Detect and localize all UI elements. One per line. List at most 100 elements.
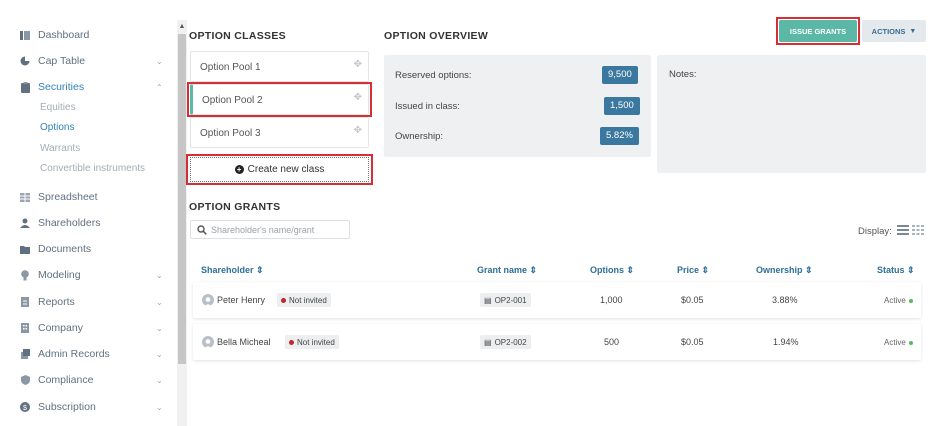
- sidebar-subitem-equities[interactable]: Equities: [40, 102, 76, 113]
- invite-status-badge: Not invited: [277, 293, 331, 307]
- sidebar-item-documents[interactable]: Documents: [0, 238, 176, 260]
- actions-label: ACTIONS: [871, 26, 906, 36]
- header-options[interactable]: Options ⇕: [590, 265, 634, 276]
- move-handle-icon[interactable]: ✥: [354, 59, 362, 70]
- sort-icon: ⇕: [256, 265, 264, 275]
- chevron-up-icon: ⌃: [156, 82, 163, 92]
- notes-panel[interactable]: Notes:: [657, 55, 926, 173]
- shareholder-name[interactable]: Bella Micheal: [217, 337, 271, 347]
- header-grant-name[interactable]: Grant name ⇕: [477, 265, 537, 276]
- building-icon: [20, 323, 30, 333]
- chevron-down-icon: ⌄: [156, 402, 163, 412]
- admin-icon: [20, 349, 30, 359]
- list-view-icon[interactable]: [897, 224, 909, 236]
- shareholder-name[interactable]: Peter Henry: [217, 295, 265, 305]
- red-dot-icon: [281, 297, 286, 303]
- sidebar-item-label: Cap Table: [38, 55, 86, 67]
- sidebar-subitem-convertible-instruments[interactable]: Convertible instruments: [40, 163, 145, 174]
- class-card-option-pool-2[interactable]: Option Pool 2 ✥: [190, 84, 369, 115]
- sidebar-item-spreadsheet[interactable]: Spreadsheet: [0, 186, 176, 208]
- sidebar-item-modeling[interactable]: Modeling ⌄: [0, 264, 176, 286]
- grid-view-icon[interactable]: [912, 224, 924, 236]
- chevron-down-icon: ⌄: [156, 323, 163, 333]
- scrollbar[interactable]: ▲ ▼: [177, 20, 187, 426]
- certificate-icon: ▤: [484, 337, 492, 347]
- class-card-option-pool-3[interactable]: Option Pool 3 ✥: [190, 117, 369, 148]
- grant-name-tag[interactable]: ▤ OP2-002: [480, 335, 531, 349]
- ownership-value: 1.94%: [773, 337, 799, 347]
- grant-search-field[interactable]: [190, 220, 350, 239]
- sidebar-item-dashboard[interactable]: Dashboard: [0, 24, 176, 46]
- sidebar-item-label: Securities: [38, 81, 85, 93]
- scroll-up-arrow-icon[interactable]: ▲: [177, 22, 187, 32]
- options-value: 1,000: [600, 295, 623, 305]
- option-overview-panel: Reserved options: 9,500 Issued in class:…: [384, 55, 651, 157]
- chevron-down-icon: ⌄: [156, 270, 163, 280]
- header-status[interactable]: Status ⇕: [877, 265, 915, 276]
- class-card-label: Option Pool 2: [202, 95, 263, 106]
- folder-icon: [20, 244, 30, 254]
- move-handle-icon[interactable]: ✥: [354, 125, 362, 136]
- sidebar-item-reports[interactable]: Reports ⌄: [0, 291, 176, 313]
- sidebar-item-cap-table[interactable]: Cap Table ⌄: [0, 50, 176, 72]
- sidebar-item-subscription[interactable]: $ Subscription ⌄: [0, 396, 176, 418]
- plus-circle-icon: +: [234, 165, 244, 174]
- price-value: $0.05: [681, 337, 704, 347]
- sidebar-item-label: Reports: [38, 296, 75, 308]
- sidebar-subitem-warrants[interactable]: Warrants: [40, 143, 80, 154]
- sidebar-item-label: Company: [38, 322, 83, 334]
- sidebar-item-label: Spreadsheet: [38, 191, 98, 203]
- chevron-down-icon: ⌄: [156, 56, 163, 66]
- sidebar-item-shareholders[interactable]: Shareholders: [0, 212, 176, 234]
- header-price[interactable]: Price ⇕: [677, 265, 709, 276]
- chevron-down-icon: ⌄: [156, 297, 163, 307]
- search-input[interactable]: [211, 224, 346, 235]
- grant-name-tag[interactable]: ▤ OP2-001: [480, 293, 531, 307]
- sort-icon: ⇕: [701, 265, 710, 275]
- sort-icon: ⇕: [529, 265, 538, 275]
- sidebar-item-label: Dashboard: [38, 29, 90, 41]
- sidebar-item-company[interactable]: Company ⌄: [0, 317, 176, 339]
- status-badge: Active: [884, 338, 913, 347]
- table-row[interactable]: Bella Micheal Not invited ▤ OP2-002 500 $…: [193, 324, 921, 360]
- grid-icon: [20, 192, 30, 202]
- sidebar-item-securities[interactable]: Securities ⌃: [0, 76, 176, 98]
- ownership-badge: 5.82%: [600, 127, 639, 145]
- sidebar-item-admin-records[interactable]: Admin Records ⌄: [0, 343, 176, 365]
- class-card-label: Option Pool 3: [200, 128, 261, 139]
- dollar-icon: $: [20, 402, 30, 412]
- class-card-option-pool-1[interactable]: Option Pool 1 ✥: [190, 51, 369, 82]
- create-new-class-button[interactable]: + Create new class: [190, 157, 369, 182]
- green-dot-icon: [908, 340, 913, 345]
- header-shareholder[interactable]: Shareholder ⇕: [201, 265, 264, 276]
- scroll-thumb[interactable]: [178, 34, 186, 364]
- actions-dropdown-button[interactable]: ACTIONS ▼: [862, 20, 926, 42]
- sort-icon: ⇕: [626, 265, 635, 275]
- sidebar-subitem-options[interactable]: Options: [40, 122, 74, 133]
- sidebar-item-label: Admin Records: [38, 348, 110, 360]
- reserved-options-badge: 9,500: [602, 66, 638, 84]
- chevron-down-icon: ⌄: [156, 375, 163, 385]
- red-dot-icon: [289, 339, 294, 345]
- sidebar-item-label: Subscription: [38, 401, 96, 413]
- price-value: $0.05: [681, 295, 704, 305]
- caret-down-icon: ▼: [909, 27, 917, 35]
- move-handle-icon[interactable]: ✥: [354, 92, 362, 103]
- header-ownership[interactable]: Ownership ⇕: [756, 265, 813, 276]
- issued-in-class-label: Issued in class:: [395, 101, 460, 112]
- display-label: Display:: [858, 226, 892, 237]
- invite-status-badge: Not invited: [285, 335, 339, 349]
- green-dot-icon: [908, 298, 913, 303]
- class-card-label: Option Pool 1: [200, 62, 261, 73]
- table-row[interactable]: Peter Henry Not invited ▤ OP2-001 1,000 $…: [193, 282, 921, 318]
- option-classes-title: OPTION CLASSES: [189, 30, 286, 42]
- ownership-label: Ownership:: [395, 131, 444, 142]
- sidebar-item-label: Modeling: [38, 269, 81, 281]
- options-value: 500: [604, 337, 620, 347]
- report-icon: [20, 297, 30, 307]
- dashboard-icon: [20, 30, 30, 40]
- avatar-icon: [202, 336, 214, 348]
- issue-grants-button[interactable]: ISSUE GRANTS: [779, 20, 857, 42]
- clipboard-icon: [20, 81, 30, 93]
- sidebar-item-compliance[interactable]: Compliance ⌄: [0, 369, 176, 391]
